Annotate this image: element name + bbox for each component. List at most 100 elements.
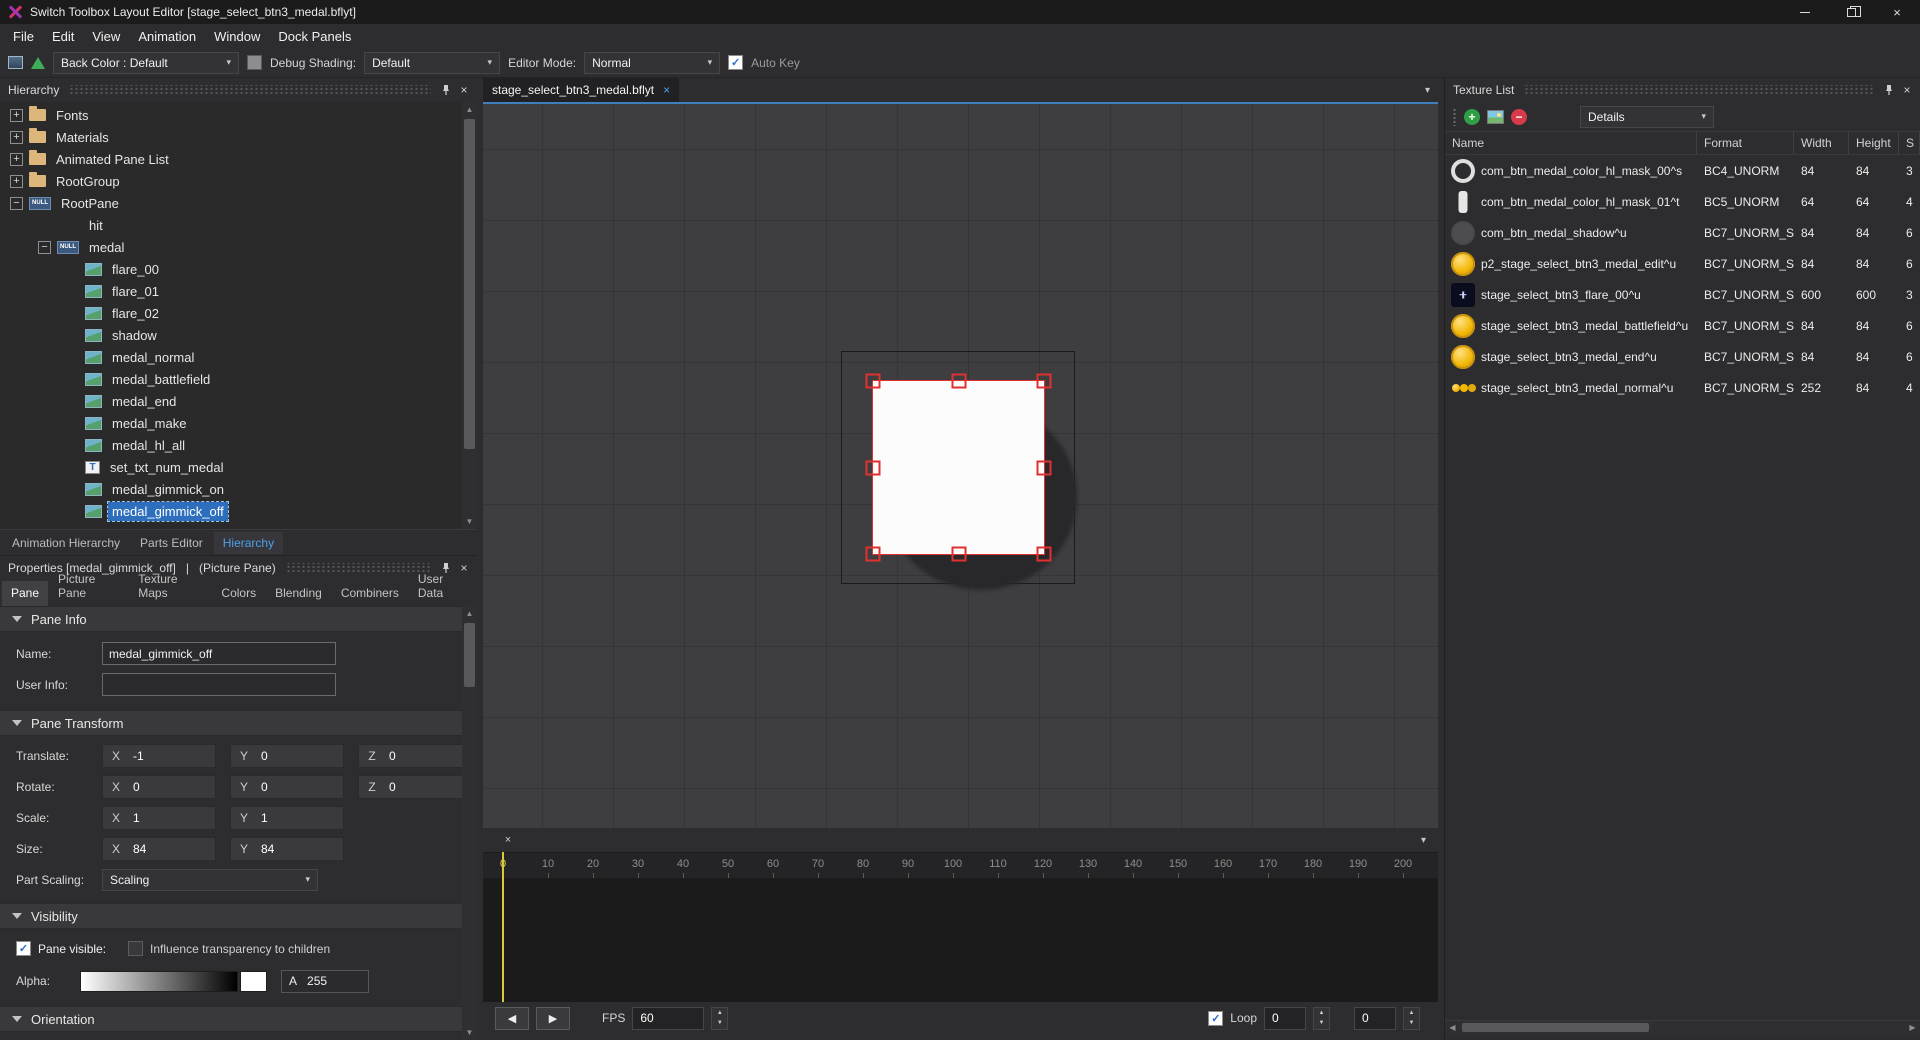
texture-list-header[interactable]: Texture List × bbox=[1445, 78, 1920, 102]
scroll-up-icon[interactable]: ▲ bbox=[462, 606, 477, 621]
hierarchy-item-medal-make[interactable]: medal_make bbox=[0, 412, 462, 434]
hierarchy-item-flare-00[interactable]: flare_00 bbox=[0, 258, 462, 280]
alpha-value-field[interactable]: A 255 bbox=[281, 969, 369, 993]
hierarchy-item-fonts[interactable]: + Fonts bbox=[0, 104, 462, 126]
rotate-x-field[interactable]: X0 bbox=[102, 774, 216, 799]
fps-input[interactable] bbox=[632, 1006, 705, 1030]
hierarchy-item-rootpane[interactable]: − NULL RootPane bbox=[0, 192, 462, 214]
tab-animation-hierarchy[interactable]: Animation Hierarchy bbox=[3, 532, 129, 554]
loop-start-input[interactable] bbox=[1264, 1006, 1306, 1030]
resize-handle-bottom-right[interactable] bbox=[1036, 546, 1052, 562]
color-swatch[interactable] bbox=[247, 55, 262, 70]
timeline-ruler[interactable]: 0102030405060708090100110120130140150160… bbox=[483, 852, 1438, 878]
texture-row-stage-select-btn3-flare-00-u[interactable]: stage_select_btn3_flare_00^u BC7_UNORM_S.… bbox=[1445, 279, 1920, 310]
texture-horizontal-scrollbar[interactable]: ◀ ▶ bbox=[1445, 1020, 1920, 1034]
part-scaling-dropdown[interactable]: Scaling ▾ bbox=[102, 868, 318, 891]
hierarchy-panel-header[interactable]: Hierarchy × bbox=[0, 78, 477, 102]
user-info-input[interactable] bbox=[102, 673, 336, 696]
section-pane-info[interactable]: Pane Info bbox=[0, 606, 462, 632]
minimize-button[interactable] bbox=[1782, 0, 1828, 24]
size-y-field[interactable]: Y 84 bbox=[230, 836, 344, 861]
auto-key-checkbox[interactable] bbox=[728, 55, 744, 70]
remove-texture-button[interactable]: − bbox=[1511, 108, 1527, 125]
document-tab[interactable]: stage_select_btn3_medal.bflyt × bbox=[483, 78, 680, 102]
hierarchy-item-shadow[interactable]: shadow bbox=[0, 324, 462, 346]
hierarchy-item-rootgroup[interactable]: + RootGroup bbox=[0, 170, 462, 192]
step-up-icon[interactable]: ▲ bbox=[712, 1008, 727, 1019]
column-width[interactable]: Width bbox=[1794, 132, 1849, 154]
resize-handle-top-left[interactable] bbox=[865, 373, 881, 389]
scrollbar-thumb[interactable] bbox=[464, 119, 475, 449]
influence-transparency-checkbox[interactable] bbox=[128, 941, 144, 956]
texture-row-stage-select-btn3-medal-battlefield-u[interactable]: stage_select_btn3_medal_battlefield^u BC7… bbox=[1445, 310, 1920, 341]
section-pane-transform[interactable]: Pane Transform bbox=[0, 710, 462, 736]
menu-file[interactable]: File bbox=[4, 24, 43, 48]
properties-tab-picture-pane[interactable]: Picture Pane bbox=[49, 567, 128, 606]
play-triangle-icon[interactable] bbox=[31, 56, 45, 69]
translate-x-field[interactable]: X -1 bbox=[102, 743, 216, 768]
properties-tab-pane[interactable]: Pane bbox=[2, 581, 49, 606]
selected-pane[interactable] bbox=[865, 373, 1052, 562]
collapse-icon[interactable]: − bbox=[38, 240, 51, 254]
hierarchy-item-medal-battlefield[interactable]: medal_battlefield bbox=[0, 368, 462, 390]
hierarchy-item-medal-end[interactable]: medal_end bbox=[0, 390, 462, 412]
step-down-icon[interactable]: ▼ bbox=[712, 1018, 727, 1029]
toolstrip-grip[interactable] bbox=[1452, 107, 1457, 126]
texture-row-com-btn-medal-color-hl-mask-00-s[interactable]: com_btn_medal_color_hl_mask_00^s BC4_UNOR… bbox=[1445, 155, 1920, 186]
menu-dock-panels[interactable]: Dock Panels bbox=[269, 24, 360, 48]
scale-x-field[interactable]: X1 bbox=[102, 805, 216, 830]
step-up-icon[interactable]: ▲ bbox=[1314, 1008, 1329, 1019]
texture-row-stage-select-btn3-medal-end-u[interactable]: stage_select_btn3_medal_end^u BC7_UNORM_S… bbox=[1445, 341, 1920, 372]
resize-handle-top-right[interactable] bbox=[1036, 373, 1052, 389]
menu-view[interactable]: View bbox=[83, 24, 129, 48]
pane-visible-checkbox[interactable] bbox=[16, 941, 31, 956]
frame-back-button[interactable]: ◀ bbox=[495, 1006, 529, 1030]
rotate-y-field[interactable]: Y0 bbox=[230, 774, 344, 799]
scale-y-field[interactable]: Y1 bbox=[230, 805, 344, 830]
scrollbar-thumb[interactable] bbox=[464, 623, 475, 687]
tab-close-icon[interactable]: × bbox=[663, 83, 670, 97]
tab-list-chevron-icon[interactable]: ▾ bbox=[1425, 85, 1438, 96]
menu-edit[interactable]: Edit bbox=[43, 24, 83, 48]
resize-handle-middle-right[interactable] bbox=[1036, 460, 1052, 475]
frame-forward-button[interactable]: ▶ bbox=[536, 1006, 570, 1030]
tab-parts-editor[interactable]: Parts Editor bbox=[131, 532, 212, 554]
scrollbar-track[interactable] bbox=[462, 117, 477, 514]
drag-grip[interactable] bbox=[1524, 85, 1874, 95]
screen-icon[interactable] bbox=[8, 56, 23, 69]
section-visibility[interactable]: Visibility bbox=[0, 903, 462, 929]
scroll-up-icon[interactable]: ▲ bbox=[462, 102, 477, 117]
texture-row-com-btn-medal-shadow-u[interactable]: com_btn_medal_shadow^u BC7_UNORM_S... 84 84… bbox=[1445, 217, 1920, 248]
tab-hierarchy[interactable]: Hierarchy bbox=[213, 531, 284, 554]
timeline-playhead[interactable] bbox=[502, 852, 504, 1002]
translate-z-field[interactable]: Z0 bbox=[358, 743, 472, 768]
properties-tab-colors[interactable]: Colors bbox=[212, 581, 265, 606]
resize-handle-top-middle[interactable] bbox=[951, 373, 966, 389]
texture-row-com-btn-medal-color-hl-mask-01-t[interactable]: com_btn_medal_color_hl_mask_01^t BC5_UNOR… bbox=[1445, 186, 1920, 217]
timeline-track[interactable] bbox=[483, 878, 1438, 1002]
scroll-right-icon[interactable]: ▶ bbox=[1905, 1021, 1920, 1034]
name-input[interactable] bbox=[102, 642, 336, 665]
step-up-icon[interactable]: ▲ bbox=[1404, 1008, 1419, 1019]
expand-icon[interactable]: + bbox=[10, 130, 23, 144]
close-icon[interactable]: × bbox=[455, 81, 473, 99]
properties-tab-combiners[interactable]: Combiners bbox=[332, 581, 408, 606]
editor-mode-dropdown[interactable]: Normal ▾ bbox=[584, 51, 721, 74]
loop-end-input[interactable] bbox=[1354, 1006, 1396, 1030]
translate-y-field[interactable]: Y0 bbox=[230, 743, 344, 768]
pin-icon[interactable] bbox=[1880, 81, 1898, 99]
expand-icon[interactable]: + bbox=[10, 108, 23, 122]
hierarchy-item-hit[interactable]: hit bbox=[0, 214, 462, 236]
properties-tab-user-data[interactable]: User Data bbox=[409, 567, 475, 606]
loop-start-stepper[interactable]: ▲ ▼ bbox=[1313, 1006, 1330, 1030]
back-color-dropdown[interactable]: Back Color : Default ▾ bbox=[53, 51, 239, 74]
properties-tab-blending[interactable]: Blending bbox=[266, 581, 331, 606]
hierarchy-item-medal-normal[interactable]: medal_normal bbox=[0, 346, 462, 368]
timeline-chevron-icon[interactable]: ▾ bbox=[1421, 835, 1426, 846]
scrollbar-track[interactable] bbox=[462, 621, 477, 1025]
hierarchy-item-flare-02[interactable]: flare_02 bbox=[0, 302, 462, 324]
step-down-icon[interactable]: ▼ bbox=[1404, 1018, 1419, 1029]
properties-scrollbar[interactable]: ▲ ▼ bbox=[462, 606, 477, 1040]
column-size[interactable]: S bbox=[1899, 132, 1920, 154]
loop-end-stepper[interactable]: ▲ ▼ bbox=[1403, 1006, 1420, 1030]
